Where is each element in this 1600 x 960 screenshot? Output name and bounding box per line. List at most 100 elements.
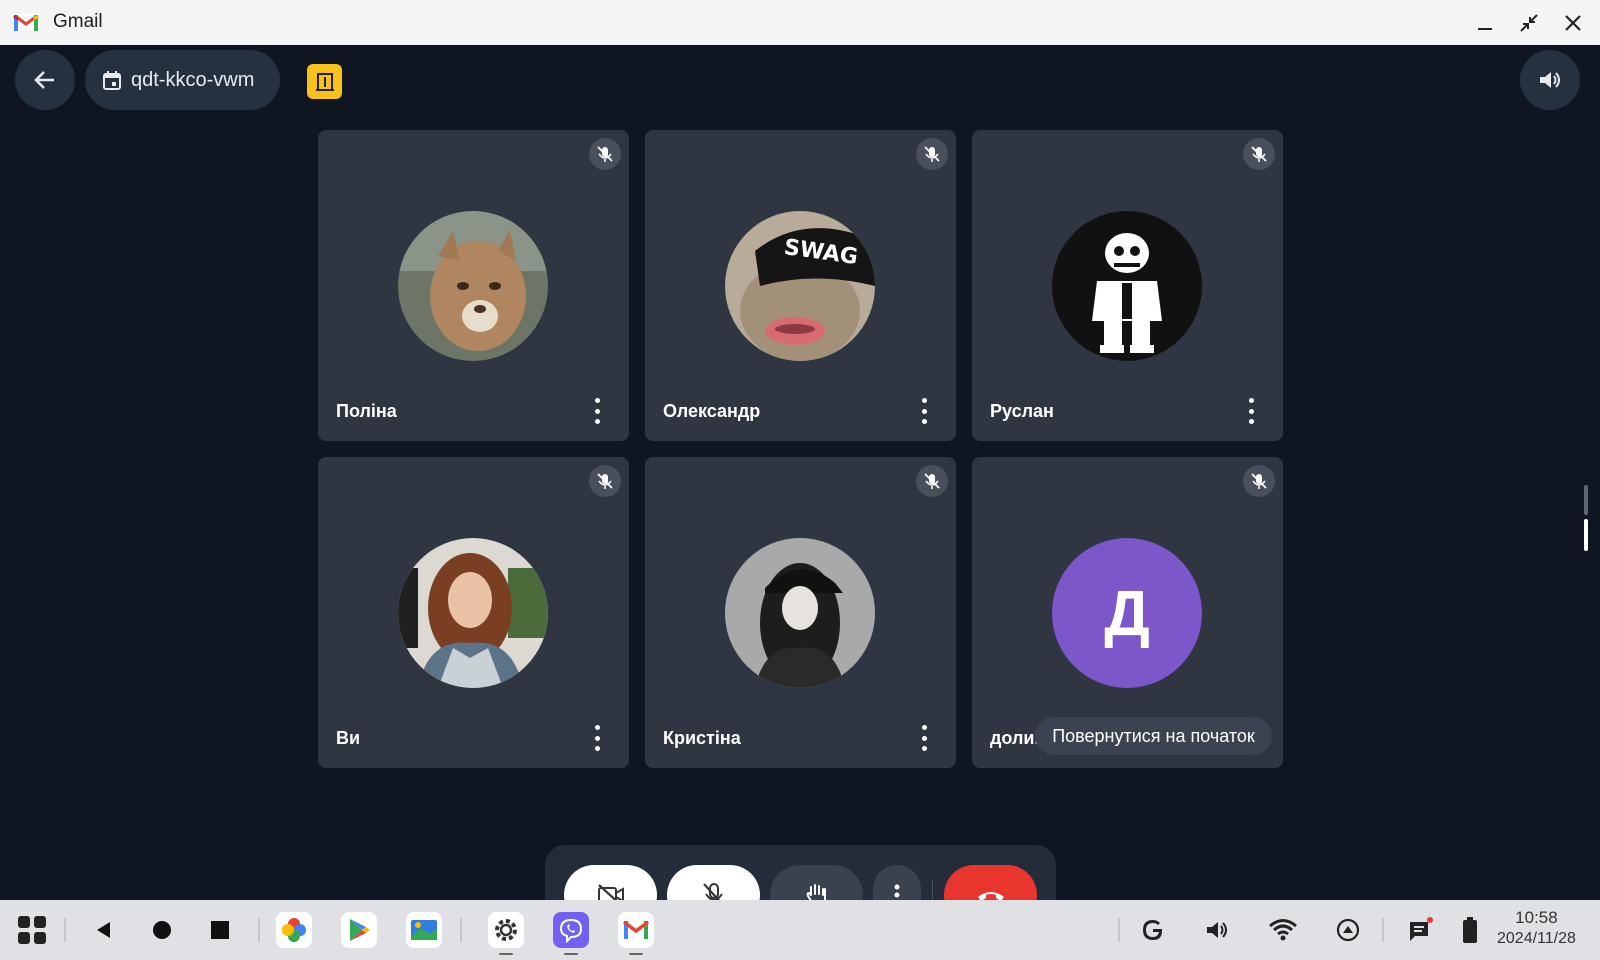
avatar xyxy=(398,211,548,361)
circle-home-icon xyxy=(153,921,171,939)
play-store-icon xyxy=(350,919,370,941)
mic-off-icon xyxy=(597,473,613,489)
participant-tile[interactable]: Кристіна xyxy=(645,457,956,768)
divider xyxy=(258,918,260,942)
back-to-top-tooltip: Повернутися на початок xyxy=(1035,717,1272,755)
restore-button[interactable] xyxy=(1514,8,1544,38)
mic-muted-indicator xyxy=(589,465,621,497)
participant-tile[interactable]: Поліна xyxy=(318,130,629,441)
meeting-area: qdt-kkco-vwm Поліна SWAG Олександр Русла… xyxy=(0,45,1600,945)
cat-swag-photo-icon: SWAG xyxy=(725,211,875,361)
volume-icon xyxy=(1207,922,1227,938)
clock-date: 2024/11/28 xyxy=(1497,930,1576,947)
google-search-button[interactable] xyxy=(1135,912,1171,948)
mic-muted-indicator xyxy=(1243,138,1275,170)
girl-cap-drawing-icon xyxy=(725,538,875,688)
square-recents-icon xyxy=(211,921,229,939)
wifi-icon xyxy=(1269,919,1297,941)
gmail-logo-icon xyxy=(13,14,39,31)
nav-recents-button[interactable] xyxy=(202,912,238,948)
mic-off-icon xyxy=(1251,473,1267,489)
message-icon xyxy=(1410,917,1433,941)
participant-tile[interactable]: Д долине Повернутися на початок xyxy=(972,457,1283,768)
settings-app[interactable] xyxy=(488,912,524,948)
running-indicator xyxy=(629,953,643,955)
window-title: Gmail xyxy=(53,11,103,32)
nav-home-button[interactable] xyxy=(144,912,180,948)
volume-icon xyxy=(1540,72,1560,88)
arrow-back-icon xyxy=(34,71,54,89)
meeting-code-chip[interactable]: qdt-kkco-vwm xyxy=(85,50,280,110)
divider xyxy=(1118,918,1120,942)
participant-name: Олександр xyxy=(663,401,761,421)
running-indicator xyxy=(499,953,513,955)
app-drawer-button[interactable] xyxy=(14,912,50,948)
battery-indicator xyxy=(1452,912,1488,948)
back-button[interactable] xyxy=(15,50,75,110)
avatar xyxy=(398,538,548,688)
collapse-icon xyxy=(1520,14,1538,32)
avatar xyxy=(1052,211,1202,361)
calendar-icon xyxy=(103,71,121,90)
nav-back-button[interactable] xyxy=(86,912,122,948)
google-play-app[interactable] xyxy=(341,912,377,948)
minimize-button[interactable] xyxy=(1470,8,1500,38)
notifications-button[interactable] xyxy=(1402,912,1438,948)
meeting-info-button[interactable] xyxy=(307,64,342,99)
running-indicator xyxy=(564,953,578,955)
participant-tile[interactable]: Ви xyxy=(318,457,629,768)
mic-muted-indicator xyxy=(1243,465,1275,497)
close-window-button[interactable] xyxy=(1558,8,1588,38)
gear-icon xyxy=(495,919,517,941)
mic-off-icon xyxy=(924,473,940,489)
participant-name: Поліна xyxy=(336,401,397,421)
exit-door-icon xyxy=(315,72,334,91)
mic-off-icon xyxy=(924,146,940,162)
volume-button[interactable] xyxy=(1200,912,1236,948)
minimize-icon xyxy=(1478,28,1492,30)
gmail-app[interactable] xyxy=(618,912,654,948)
cougar-photo-icon xyxy=(398,211,548,361)
participant-name: Ви xyxy=(336,728,361,748)
battery-icon xyxy=(1463,917,1477,943)
scrollbar[interactable] xyxy=(1584,485,1588,551)
window-titlebar: Gmail xyxy=(0,0,1600,45)
mic-muted-indicator xyxy=(916,465,948,497)
avatar xyxy=(725,538,875,688)
participant-menu-button[interactable] xyxy=(921,398,927,424)
mic-muted-indicator xyxy=(916,138,948,170)
divider xyxy=(460,918,462,942)
pinwheel-icon xyxy=(282,918,306,942)
clock-time: 10:58 xyxy=(1515,908,1558,927)
mic-muted-indicator xyxy=(589,138,621,170)
letter-avatar: Д xyxy=(1052,538,1202,688)
triangle-back-icon xyxy=(97,922,110,938)
wifi-button[interactable] xyxy=(1265,912,1301,948)
circle-up-arrow-icon xyxy=(1336,918,1360,942)
close-icon xyxy=(1565,15,1581,31)
participant-tile[interactable]: SWAG Олександр xyxy=(645,130,956,441)
divider xyxy=(1382,918,1384,942)
gmail-icon xyxy=(622,920,650,939)
google-photos-app[interactable] xyxy=(276,912,312,948)
meeting-code: qdt-kkco-vwm xyxy=(131,68,255,91)
viber-phone-icon xyxy=(559,918,583,943)
participant-name: Кристіна xyxy=(663,728,741,748)
participant-menu-button[interactable] xyxy=(1248,398,1254,424)
woman-photo-icon xyxy=(398,538,548,688)
divider xyxy=(64,918,66,942)
audio-output-button[interactable] xyxy=(1520,50,1580,110)
mic-off-icon xyxy=(597,146,613,162)
system-clock[interactable]: 10:58 2024/11/28 xyxy=(1497,908,1576,948)
mic-off-icon xyxy=(1251,146,1267,162)
grid-icon xyxy=(18,916,46,944)
upload-status-button[interactable] xyxy=(1330,912,1366,948)
participant-menu-button[interactable] xyxy=(594,398,600,424)
participant-name: Руслан xyxy=(990,401,1054,421)
participant-menu-button[interactable] xyxy=(921,725,927,751)
viber-app[interactable] xyxy=(553,912,589,948)
files-app[interactable] xyxy=(406,912,442,948)
participant-tile[interactable]: Руслан xyxy=(972,130,1283,441)
participant-menu-button[interactable] xyxy=(594,725,600,751)
avatar: SWAG xyxy=(725,211,875,361)
